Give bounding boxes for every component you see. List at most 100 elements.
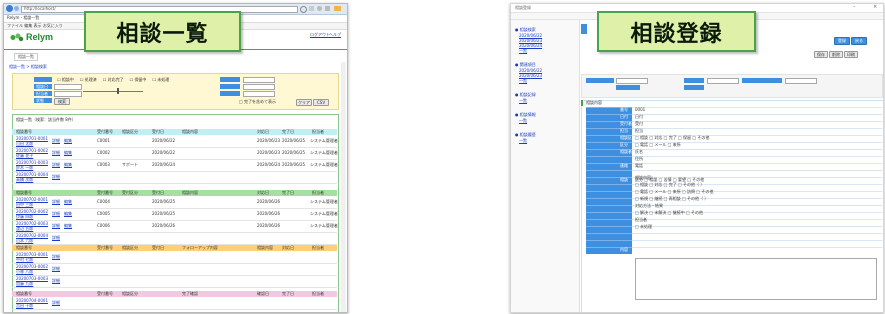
detail-line[interactable]: □ 解決 □ 未解決 □ 継続中 □ その他: [635, 211, 703, 215]
side-group-link[interactable]: 一覧: [519, 79, 527, 83]
case-client-name[interactable]: 山田 太郎: [16, 142, 33, 146]
right-input-1[interactable]: [243, 77, 275, 83]
back-button[interactable]: 戻る: [851, 37, 867, 45]
range-slider[interactable]: [83, 91, 143, 92]
menu-items[interactable]: ファイル 編集 表示 お気に入り: [7, 24, 63, 28]
form-value-row: [632, 156, 882, 163]
settings-icon[interactable]: [325, 6, 330, 11]
detail-link[interactable]: 詳細: [52, 255, 60, 259]
side-group-link[interactable]: 一覧: [519, 49, 527, 53]
check-status-2[interactable]: ☐ 対応完了: [103, 77, 124, 82]
date-from-input[interactable]: [54, 84, 82, 90]
csv-button[interactable]: CSV: [313, 99, 329, 106]
check-status-1[interactable]: ☐ 処理済: [80, 77, 97, 82]
detail-line[interactable]: □ 未処理: [635, 225, 652, 229]
content-textarea[interactable]: [635, 258, 877, 300]
slider-handle[interactable]: [117, 88, 119, 94]
form-value[interactable]: 電話: [635, 164, 643, 168]
detail-link[interactable]: 詳細: [52, 139, 60, 143]
register-button[interactable]: 登録: [834, 37, 850, 45]
edit-link[interactable]: 編集: [64, 163, 72, 167]
case-client-name[interactable]: 山本 六郎: [16, 239, 33, 243]
query-input-4[interactable]: [785, 78, 817, 84]
favorites-icon[interactable]: [334, 6, 341, 11]
form-value[interactable]: 受付: [635, 122, 643, 126]
detail-link[interactable]: 詳細: [52, 151, 60, 155]
print-button[interactable]: 印刷: [844, 51, 858, 58]
case-client-name[interactable]: 伊藤 四郎: [16, 215, 33, 219]
right-input-3[interactable]: [243, 91, 275, 97]
form-value[interactable]: □ 相談 □ 対応 □ 完了 □ 保留 □ その他: [635, 136, 709, 140]
side-group-link[interactable]: 一覧: [519, 119, 527, 123]
form-value[interactable]: 担当: [635, 129, 643, 133]
edit-link[interactable]: 編集: [64, 139, 72, 143]
form-value[interactable]: 氏名: [635, 150, 643, 154]
page-badge: 相談登録: [597, 11, 756, 52]
detail-link[interactable]: 詳細: [52, 301, 60, 305]
form-value[interactable]: □ 電話 □ メール □ 来所: [635, 143, 681, 147]
detail-line[interactable]: □ 新規 □ 継続 □ 再相談 □ その他（ ）: [635, 197, 708, 201]
query-input-3[interactable]: [707, 78, 739, 84]
detail-line[interactable]: □ 相談 □ 対応 □ 完了 □ その他（ ）: [635, 183, 704, 187]
check-status-3[interactable]: ☐ 保留中: [130, 77, 147, 82]
detail-line[interactable]: 担当者: [635, 218, 647, 222]
detail-link[interactable]: 詳細: [52, 224, 60, 228]
vertical-scrollbar[interactable]: [341, 62, 346, 312]
detail-link[interactable]: 詳細: [52, 175, 60, 179]
detail-link[interactable]: 詳細: [52, 236, 60, 240]
form-value[interactable]: 0001: [635, 108, 645, 112]
right-input-2[interactable]: [243, 84, 275, 90]
delete-button[interactable]: 削除: [829, 51, 843, 58]
side-group-link[interactable]: 一覧: [519, 139, 527, 143]
query-input-1[interactable]: [616, 78, 648, 84]
case-client-name[interactable]: 高橋 次郎: [16, 178, 33, 182]
detail-line[interactable]: □ 電話 □ メール □ 来所 □ 訪問 □ その他: [635, 190, 713, 194]
edit-link[interactable]: 編集: [64, 200, 72, 204]
section3-col-header: 受付番号: [97, 245, 113, 250]
detail-line[interactable]: 相談内容：: [635, 176, 655, 180]
case-client-name[interactable]: 吉田 十郎: [16, 304, 33, 308]
edit-link[interactable]: 編集: [64, 151, 72, 155]
browser-tab[interactable]: Relym - 相談一覧: [7, 16, 39, 20]
close-icon[interactable]: ×: [873, 5, 877, 10]
case-client-name[interactable]: 田中 三郎: [16, 203, 33, 207]
case-client-name[interactable]: 佐藤 花子: [16, 154, 33, 158]
detail-link[interactable]: 詳細: [52, 212, 60, 216]
case-client-name[interactable]: 小林 八郎: [16, 270, 33, 274]
nav-tab-list[interactable]: 相談一覧: [14, 53, 38, 61]
detail-link[interactable]: 詳細: [52, 267, 60, 271]
form-value[interactable]: 日付: [635, 115, 643, 119]
section4-col-header: 相談番号: [16, 291, 32, 296]
case-client-name[interactable]: 渡辺 五郎: [16, 227, 33, 231]
back-arrow-icon[interactable]: [6, 5, 13, 12]
logout-link[interactable]: ログアウト: [310, 33, 330, 37]
case-client-name[interactable]: 鈴木 一郎: [16, 166, 33, 170]
minimize-icon[interactable]: –: [853, 5, 856, 10]
star-icon[interactable]: [317, 6, 322, 11]
detail-line[interactable]: 対応方法・結果: [635, 204, 663, 208]
edit-link[interactable]: 編集: [64, 224, 72, 228]
case-client-name[interactable]: 中村 七郎: [16, 258, 33, 262]
search-button[interactable]: 検索: [54, 98, 70, 105]
refresh-icon[interactable]: [309, 6, 314, 11]
clear-button[interactable]: クリア: [296, 99, 312, 106]
case-client-name[interactable]: 加藤 九郎: [16, 282, 33, 286]
detail-link[interactable]: 詳細: [52, 163, 60, 167]
forward-arrow-icon[interactable]: [14, 6, 19, 11]
side-group-link[interactable]: 一覧: [519, 99, 527, 103]
help-link[interactable]: ヘルプ: [329, 33, 341, 37]
browser-tab[interactable]: 相談登録: [515, 6, 531, 10]
detail-link[interactable]: 詳細: [52, 200, 60, 204]
check-status-0[interactable]: ☐ 相談中: [57, 77, 74, 82]
search-icon[interactable]: [300, 6, 307, 13]
edit-link[interactable]: 編集: [64, 212, 72, 216]
form-label-cell: [586, 219, 632, 226]
case-category: サポート: [122, 162, 138, 167]
include-completed-check[interactable]: □ 完了を含めて表示: [239, 100, 276, 104]
detail-link[interactable]: 詳細: [52, 279, 60, 283]
form-value-row: [632, 149, 882, 156]
save-button[interactable]: 保存: [814, 51, 828, 58]
date-to-input[interactable]: [54, 91, 82, 97]
check-status-4[interactable]: ☐ 未処理: [152, 77, 169, 82]
form-value[interactable]: 住所: [635, 157, 643, 161]
